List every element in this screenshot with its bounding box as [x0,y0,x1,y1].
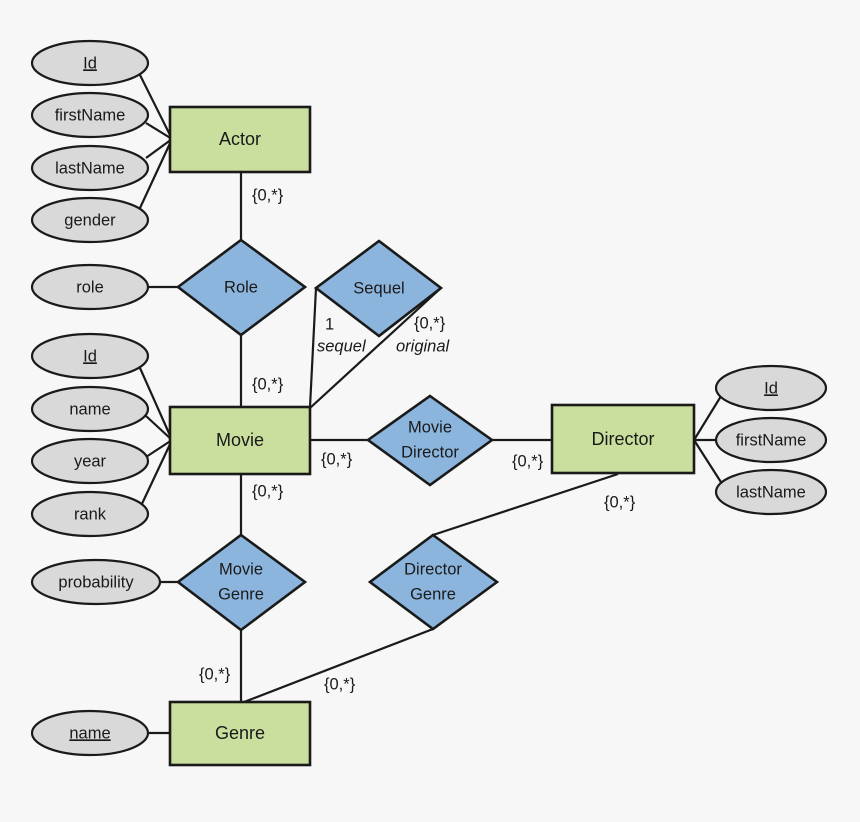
er-diagram-svg: Id firstName lastName gender role Id nam… [30,39,828,767]
relationship-diamond [367,533,500,631]
attribute-label: Id [83,347,97,365]
cardinality-director-moviedirector: {0,*} [512,452,544,470]
relationship-director-genre: Director Genre [367,533,500,631]
attribute-movie-id: Id [30,332,150,380]
relationship-label-line1: Director [404,560,462,578]
role-name-sequel: sequel [317,337,367,355]
attribute-director-lastname: lastName [714,468,828,516]
role-name-original: original [396,337,451,355]
attribute-actor-gender: gender [30,196,150,244]
cardinality-movie-moviedirector: {0,*} [321,450,353,468]
attribute-movie-name: name [30,385,150,433]
attribute-actor-firstname: firstName [30,91,150,139]
attribute-label: Id [83,54,97,72]
attribute-label: name [69,724,110,742]
attribute-director-id: Id [714,364,828,412]
relationship-label-line1: Movie [408,418,452,436]
cardinality-movie-moviegenre: {0,*} [252,482,284,500]
attribute-genre-name: name [30,709,150,757]
attribute-label: lastName [736,483,806,501]
attribute-movie-rank: rank [30,490,150,538]
attribute-label: gender [64,211,116,229]
entity-genre: Genre [168,700,312,767]
attribute-label: firstName [55,106,126,124]
relationship-diamond [365,394,495,487]
edge-sequel-sequel-side [308,287,318,408]
attribute-actor-lastname: lastName [30,144,150,192]
attribute-label: firstName [736,431,807,449]
attribute-label: name [69,400,110,418]
entity-label: Movie [216,430,264,450]
cardinality-sequel-sequel: 1 [325,315,334,333]
relationship-label-line2: Director [401,443,459,461]
attribute-director-firstname: firstName [714,416,828,464]
relationship-label: Role [224,278,258,296]
edge-movie-name [145,415,173,441]
attribute-actor-id: Id [30,39,150,87]
cardinality-director-directorgenre: {0,*} [604,493,636,511]
cardinality-genre-moviegenre: {0,*} [199,665,231,683]
entity-movie: Movie [168,405,312,476]
entity-label: Genre [215,723,265,743]
relationship-movie-director: Movie Director [365,394,495,487]
relationship-label-line2: Genre [218,585,264,603]
relationship-label-line2: Genre [410,585,456,603]
cardinality-movie-role: {0,*} [252,375,284,393]
cardinality-sequel-original: {0,*} [414,314,446,332]
relationship-label: Sequel [353,279,404,297]
attribute-label: Id [764,379,778,397]
attribute-label: lastName [55,159,125,177]
entity-director: Director [550,403,696,475]
attribute-moviegenre-probability: probability [30,558,162,606]
relationship-diamond [175,533,308,632]
attribute-label: probability [58,573,134,591]
entity-label: Actor [219,129,261,149]
er-diagram-canvas: Id firstName lastName gender role Id nam… [0,0,860,822]
relationship-role: Role [175,238,308,337]
attribute-label: rank [74,505,107,523]
entity-label: Director [591,429,654,449]
cardinality-actor-role: {0,*} [252,186,284,204]
relationship-label-line1: Movie [219,560,263,578]
relationship-movie-genre: Movie Genre [175,533,308,632]
attribute-role-role: role [30,263,150,311]
entity-actor: Actor [168,105,312,174]
attribute-label: year [74,452,107,470]
attribute-label: role [76,278,104,296]
cardinality-genre-directorgenre: {0,*} [324,675,356,693]
edge-director-directorgenre [432,472,619,537]
attribute-movie-year: year [30,437,150,485]
